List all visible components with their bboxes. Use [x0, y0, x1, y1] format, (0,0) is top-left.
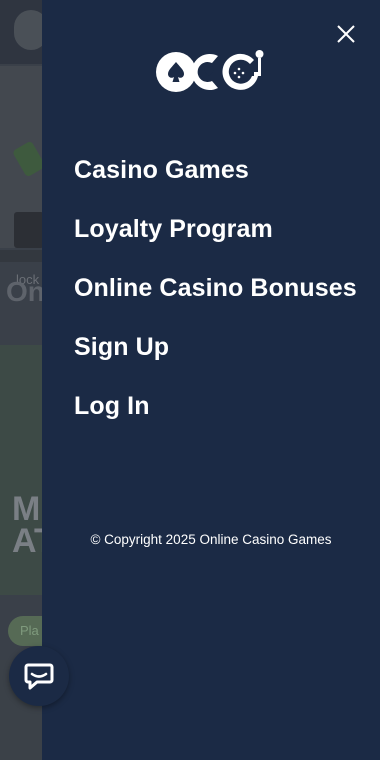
- menu-item-casino-games: Casino Games: [74, 150, 357, 209]
- menu-item-log-in: Log In: [74, 386, 357, 445]
- menu-link-online-casino-bonuses[interactable]: Online Casino Bonuses: [74, 274, 357, 302]
- menu-link-casino-games[interactable]: Casino Games: [74, 156, 249, 184]
- navigation-drawer: Casino Games Loyalty Program Online Casi…: [42, 0, 380, 760]
- box-icon: [14, 212, 44, 248]
- leaf-icon: [11, 140, 47, 178]
- close-icon: [337, 25, 355, 43]
- chat-button[interactable]: [9, 646, 69, 706]
- copyright-text: © Copyright 2025 Online Casino Games: [90, 532, 332, 547]
- menu-link-loyalty-program[interactable]: Loyalty Program: [74, 215, 273, 243]
- menu-link-log-in[interactable]: Log In: [74, 392, 150, 420]
- chat-bubble-icon: [24, 663, 54, 690]
- menu-link-sign-up[interactable]: Sign Up: [74, 333, 169, 361]
- main-menu: Casino Games Loyalty Program Online Casi…: [74, 150, 357, 445]
- close-button[interactable]: [334, 22, 358, 46]
- ocg-logo[interactable]: [154, 46, 268, 94]
- background-heading: On: [6, 276, 45, 307]
- menu-item-sign-up: Sign Up: [74, 327, 357, 386]
- menu-item-loyalty-program: Loyalty Program: [74, 209, 357, 268]
- menu-item-online-casino-bonuses: Online Casino Bonuses: [74, 268, 357, 327]
